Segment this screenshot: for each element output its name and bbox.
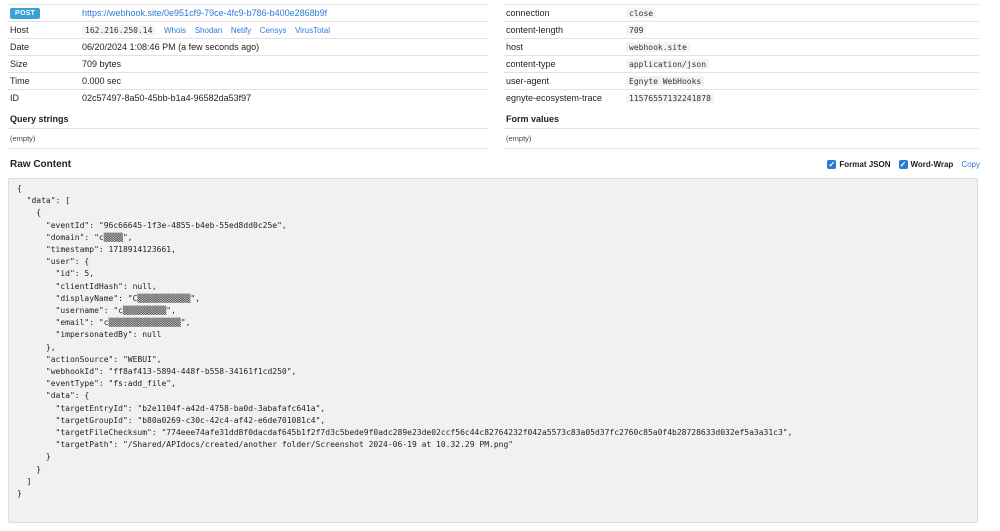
date-label: Date xyxy=(10,42,30,52)
copy-link[interactable]: Copy xyxy=(961,160,980,169)
header-row: egnyte-ecosystem-trace 11576557132241878 xyxy=(504,89,979,106)
host-label: Host xyxy=(10,25,29,35)
header-value: application/json xyxy=(626,59,710,69)
size-value: 709 bytes xyxy=(82,59,122,69)
raw-content-body: { "data": [ { "eventId": "96c66645-1f3e-… xyxy=(17,184,793,499)
raw-content-box[interactable]: { "data": [ { "eventId": "96c66645-1f3e-… xyxy=(8,178,978,523)
word-wrap-label[interactable]: Word-Wrap xyxy=(911,160,954,169)
header-key: egnyte-ecosystem-trace xyxy=(506,93,603,103)
header-value: close xyxy=(626,8,657,18)
format-json-checkbox[interactable]: ✓ xyxy=(827,159,837,169)
netify-link[interactable]: Netify xyxy=(231,26,251,35)
header-value: 11576557132241878 xyxy=(626,93,714,103)
virustotal-link[interactable]: VirusTotal xyxy=(295,26,330,35)
query-strings-title: Query strings xyxy=(8,106,488,129)
request-details: POST https://webhook.site/0e951cf9-79ce-… xyxy=(8,4,488,149)
query-strings-value: (empty) xyxy=(8,129,488,149)
header-row: content-type application/json xyxy=(504,55,979,72)
header-key: content-type xyxy=(506,59,556,69)
time-row: Time 0.000 sec xyxy=(8,72,488,89)
header-value: 709 xyxy=(626,25,647,35)
size-label: Size xyxy=(10,59,28,69)
host-value: 162.216.250.14 xyxy=(82,25,156,35)
id-label: ID xyxy=(10,93,19,103)
header-value: webhook.site xyxy=(626,42,690,52)
host-row: Host 162.216.250.14 Whois Shodan Netify … xyxy=(8,21,488,38)
whois-link[interactable]: Whois xyxy=(164,26,186,35)
size-row: Size 709 bytes xyxy=(8,55,488,72)
request-url-link[interactable]: https://webhook.site/0e951cf9-79ce-4fc9-… xyxy=(82,8,327,18)
id-row: ID 02c57497-8a50-45bb-b1a4-96582da53f97 xyxy=(8,89,488,106)
word-wrap-checkbox[interactable]: ✓ xyxy=(898,159,908,169)
method-badge: POST xyxy=(10,8,41,19)
date-value: 06/20/2024 1:08:46 PM (a few seconds ago… xyxy=(82,42,260,52)
header-value: Egnyte WebHooks xyxy=(626,76,705,86)
request-url-row: POST https://webhook.site/0e951cf9-79ce-… xyxy=(8,4,488,21)
header-row: user-agent Egnyte WebHooks xyxy=(504,72,979,89)
form-values-value: (empty) xyxy=(504,129,979,149)
request-headers: connection close content-length 709 host… xyxy=(504,4,979,149)
form-values-title: Form values xyxy=(504,106,979,129)
header-key: connection xyxy=(506,8,550,18)
header-key: content-length xyxy=(506,25,564,35)
header-row: connection close xyxy=(504,4,979,21)
format-json-label[interactable]: Format JSON xyxy=(839,160,890,169)
shodan-link[interactable]: Shodan xyxy=(195,26,223,35)
time-label: Time xyxy=(10,76,30,86)
header-row: content-length 709 xyxy=(504,21,979,38)
header-key: user-agent xyxy=(506,76,550,86)
censys-link[interactable]: Censys xyxy=(260,26,287,35)
header-row: host webhook.site xyxy=(504,38,979,55)
header-key: host xyxy=(506,42,524,52)
time-value: 0.000 sec xyxy=(82,76,122,86)
raw-content-title: Raw Content xyxy=(10,158,72,170)
raw-content-options: ✓ Format JSON ✓ Word-Wrap Copy xyxy=(819,159,980,169)
raw-content-header: Raw Content ✓ Format JSON ✓ Word-Wrap Co… xyxy=(10,157,980,171)
date-row: Date 06/20/2024 1:08:46 PM (a few second… xyxy=(8,38,488,55)
id-value: 02c57497-8a50-45bb-b1a4-96582da53f97 xyxy=(82,93,252,103)
